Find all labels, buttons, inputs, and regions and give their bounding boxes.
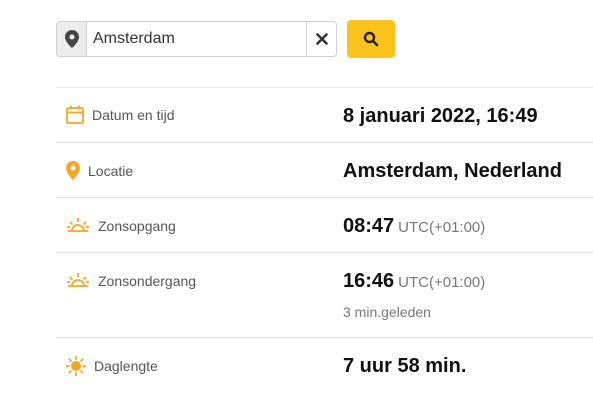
day-length-value: 7 uur 58 min. [343, 355, 467, 377]
sunset-value: 16:46 UTC(+01:00) [343, 270, 485, 293]
sunrise-time: 08:47 [343, 215, 395, 237]
location-search-input[interactable] [87, 22, 306, 56]
close-icon [315, 33, 328, 45]
row-date-time: Datum en tijd 8 januari 2022, 16:49 [56, 87, 593, 142]
sunset-label: Zonsondergang [98, 273, 197, 289]
location-label: Locatie [88, 162, 134, 179]
sunrise-label: Zonsopgang [98, 218, 176, 234]
row-sunset: Zonsondergang 16:46 UTC(+01:00) 3 min.gel… [56, 252, 593, 337]
sunset-time: 16:46 [343, 270, 395, 292]
search-icon [363, 31, 379, 47]
row-sunrise: Zonsopgang 08:47 UTC(+01:00) [56, 197, 593, 252]
date-time-value: 8 januari 2022, 16:49 [343, 105, 538, 127]
date-time-label: Datum en tijd [92, 106, 175, 123]
sunset-relative-time: 3 min.geleden [343, 304, 431, 320]
clear-search-button[interactable] [306, 22, 336, 56]
sunset-icon [66, 271, 90, 291]
map-pin-icon [66, 161, 80, 180]
row-day-length: Daglengte 7 uur 58 min. [56, 337, 593, 397]
map-marker-icon [57, 22, 87, 56]
row-location: Locatie Amsterdam, Nederland [56, 142, 593, 197]
sunrise-timezone: UTC(+01:00) [398, 219, 486, 236]
day-length-label: Daglengte [94, 358, 158, 374]
sunrise-icon [66, 216, 90, 236]
search-bar [56, 20, 395, 58]
location-input-group [56, 21, 337, 57]
search-button[interactable] [347, 20, 395, 58]
sunrise-value: 08:47 UTC(+01:00) [343, 215, 485, 238]
sun-icon [66, 356, 86, 376]
sunset-timezone: UTC(+01:00) [398, 274, 486, 291]
sun-info-table: Datum en tijd 8 januari 2022, 16:49 Loca… [56, 87, 593, 397]
calendar-icon [66, 105, 84, 124]
location-value: Amsterdam, Nederland [343, 160, 562, 182]
